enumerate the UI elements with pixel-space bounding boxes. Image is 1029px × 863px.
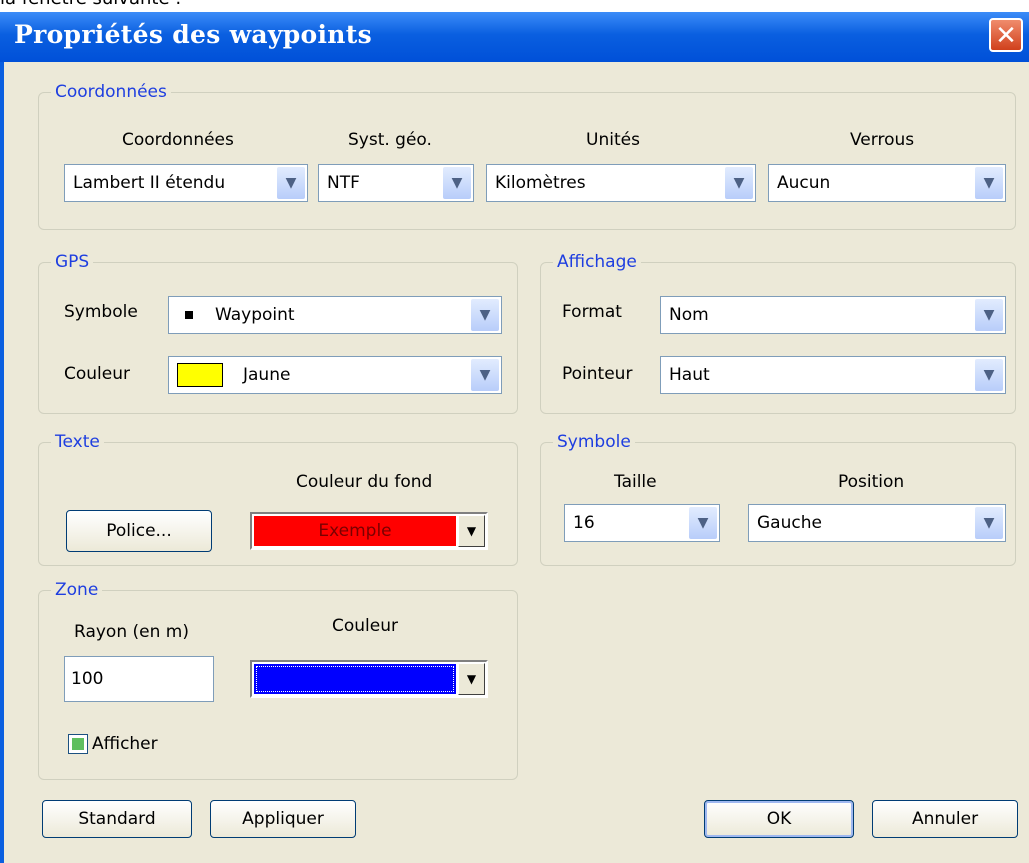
chevron-down-icon[interactable]: ▼ [975, 299, 1003, 331]
chevron-down-icon[interactable]: ▼ [443, 167, 471, 199]
header-verrous: Verrous [850, 130, 915, 150]
pointeur-select[interactable]: Haut ▼ [660, 356, 1006, 394]
afficher-checkbox[interactable] [68, 734, 88, 754]
gps-symbole-value: Waypoint [215, 305, 295, 325]
header-coordonnees: Coordonnées [122, 130, 234, 150]
couleur-label: Couleur [64, 364, 130, 384]
taille-select[interactable]: 16 ▼ [564, 504, 720, 542]
syst-geo-select[interactable]: NTF ▼ [318, 164, 474, 202]
chevron-down-icon[interactable]: ▼ [725, 167, 753, 199]
color-swatch [177, 363, 223, 387]
zone-couleur-label: Couleur [332, 616, 398, 636]
coordonnees-value: Lambert II étendu [73, 173, 226, 193]
chevron-down-icon[interactable]: ▼ [458, 663, 485, 695]
chevron-down-icon[interactable]: ▼ [975, 167, 1003, 199]
rayon-label: Rayon (en m) [74, 622, 189, 642]
pointeur-value: Haut [669, 365, 710, 385]
zone-couleur-swatch [254, 664, 456, 694]
rayon-input[interactable]: 100 [64, 656, 214, 702]
gps-couleur-select[interactable]: Jaune ▼ [168, 356, 502, 394]
annuler-button[interactable]: Annuler [872, 800, 1018, 838]
group-affichage-legend: Affichage [553, 251, 641, 273]
format-label: Format [562, 302, 622, 322]
waypoint-symbol-icon [185, 311, 193, 319]
close-button[interactable]: ✕ [989, 18, 1023, 52]
header-syst-geo: Syst. géo. [348, 130, 432, 150]
syst-geo-value: NTF [327, 173, 360, 193]
format-select[interactable]: Nom ▼ [660, 296, 1006, 334]
title-bar[interactable]: Propriétés des waypoints ✕ [0, 12, 1029, 62]
unites-select[interactable]: Kilomètres ▼ [486, 164, 756, 202]
chevron-down-icon[interactable]: ▼ [471, 299, 499, 331]
format-value: Nom [669, 305, 709, 325]
header-unites: Unités [586, 130, 640, 150]
group-symbole-legend: Symbole [553, 431, 635, 453]
appliquer-button[interactable]: Appliquer [210, 800, 356, 838]
chevron-down-icon[interactable]: ▼ [277, 167, 305, 199]
police-button[interactable]: Police... [66, 510, 212, 552]
couleur-fond-select[interactable]: Exemple ▼ [250, 512, 488, 550]
group-gps-legend: GPS [51, 251, 94, 273]
gps-couleur-value: Jaune [243, 365, 291, 385]
position-select[interactable]: Gauche ▼ [748, 504, 1006, 542]
verrous-select[interactable]: Aucun ▼ [768, 164, 1006, 202]
couleur-fond-label: Couleur du fond [296, 472, 433, 492]
chevron-down-icon[interactable]: ▼ [458, 515, 485, 547]
caption-above: la fenêtre suivante : [0, 0, 181, 9]
chevron-down-icon[interactable]: ▼ [975, 359, 1003, 391]
coordonnees-select[interactable]: Lambert II étendu ▼ [64, 164, 308, 202]
ok-button[interactable]: OK [704, 800, 854, 838]
unites-value: Kilomètres [495, 173, 586, 193]
group-coordonnees: Coordonnées [38, 81, 1016, 230]
chevron-down-icon[interactable]: ▼ [689, 507, 717, 539]
window-title: Propriétés des waypoints [14, 20, 372, 49]
chevron-down-icon[interactable]: ▼ [975, 507, 1003, 539]
position-value: Gauche [757, 513, 822, 533]
verrous-value: Aucun [777, 173, 831, 193]
group-texte-legend: Texte [51, 431, 104, 453]
chevron-down-icon[interactable]: ▼ [471, 359, 499, 391]
taille-value: 16 [573, 513, 595, 533]
position-label: Position [838, 472, 905, 492]
close-icon: ✕ [995, 21, 1017, 51]
group-coordonnees-legend: Coordonnées [51, 81, 171, 103]
standard-button[interactable]: Standard [42, 800, 192, 838]
symbole-label: Symbole [64, 302, 138, 322]
taille-label: Taille [614, 472, 657, 492]
pointeur-label: Pointeur [562, 364, 633, 384]
group-zone-legend: Zone [51, 579, 103, 601]
couleur-fond-swatch: Exemple [254, 516, 456, 546]
dialog-body: Coordonnées Coordonnées Syst. géo. Unité… [0, 62, 1029, 863]
couleur-fond-value: Exemple [318, 521, 392, 541]
zone-couleur-select[interactable]: ▼ [250, 660, 488, 698]
gps-symbole-select[interactable]: Waypoint ▼ [168, 296, 502, 334]
afficher-label[interactable]: Afficher [92, 734, 158, 754]
